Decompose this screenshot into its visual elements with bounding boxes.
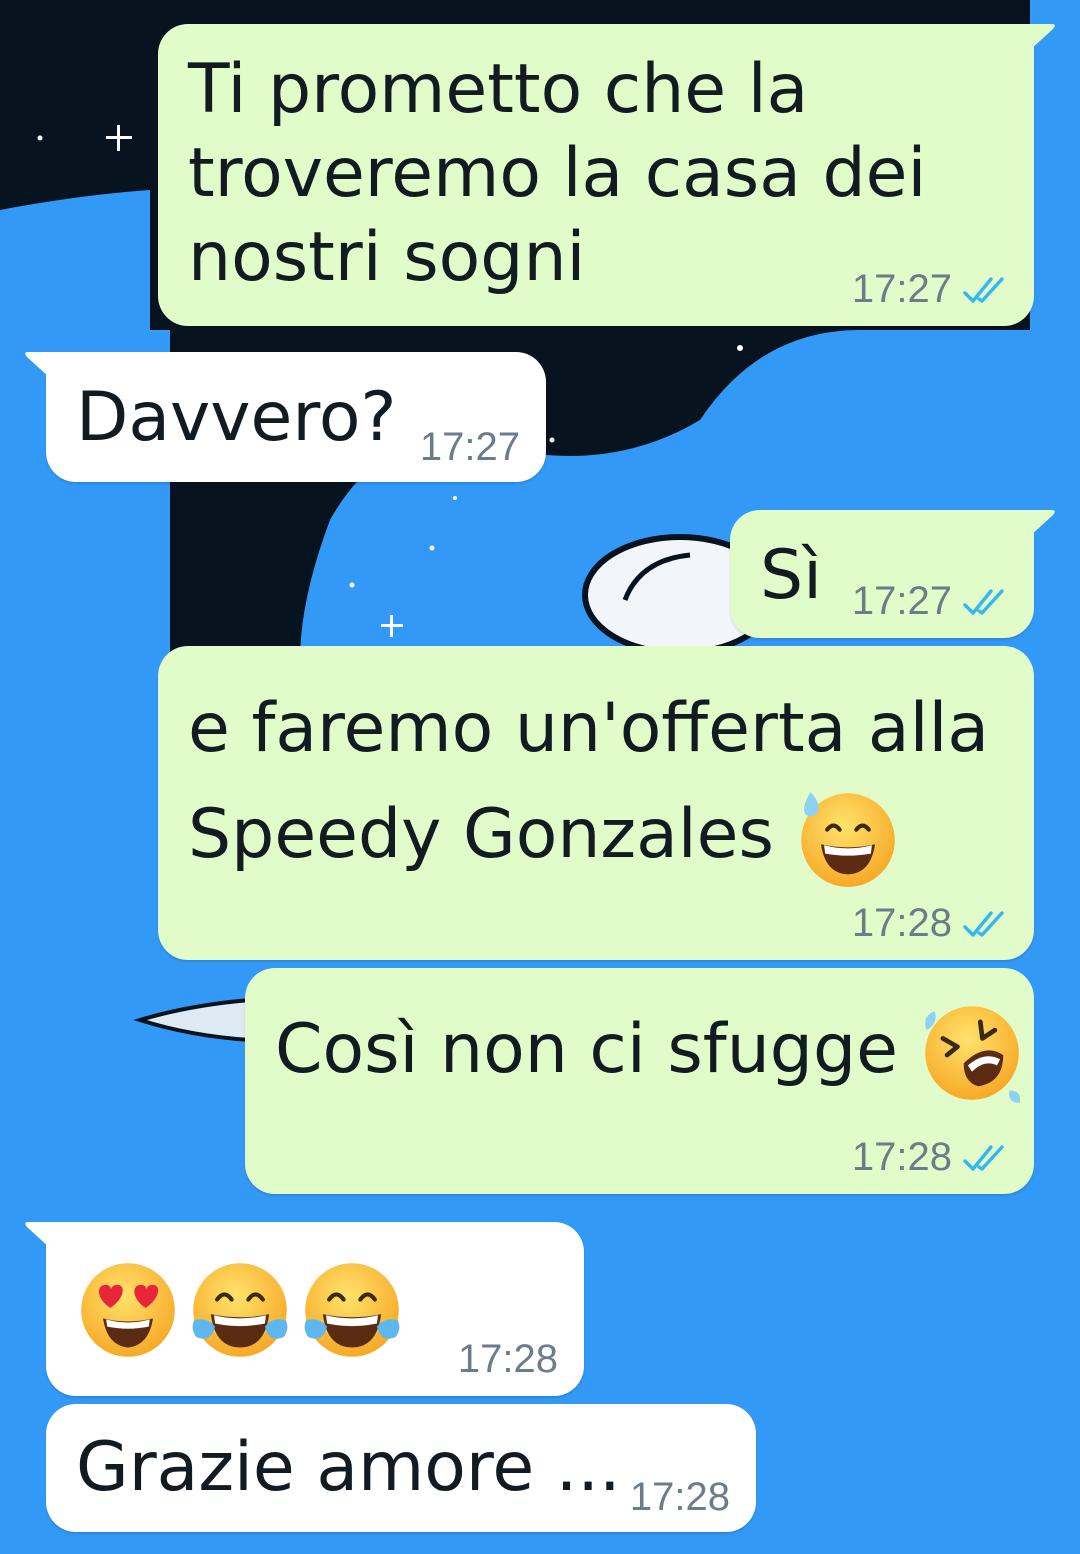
rolling-on-floor-laughing-emoji — [920, 1001, 1024, 1105]
emoji-row — [76, 1258, 404, 1362]
message-meta: 17:27 — [420, 425, 520, 470]
message-timestamp: 17:28 — [457, 1337, 558, 1381]
message-text: Ti prometto che la troveremo la casa dei… — [188, 50, 927, 297]
message-timestamp: 17:27 — [851, 267, 952, 311]
message-text: Così non ci sfugge — [275, 994, 1024, 1106]
heart-eyes-emoji — [76, 1258, 180, 1362]
message-meta: 17:28 — [852, 901, 1008, 946]
message-meta: 17:28 — [852, 1135, 1008, 1180]
read-receipt-icon — [963, 910, 1004, 937]
message-meta: 17:28 — [630, 1475, 730, 1520]
tears-of-joy-emoji — [188, 1258, 292, 1362]
message-timestamp: 17:28 — [851, 1135, 952, 1179]
message-text-content: Così non ci sfugge — [275, 1010, 898, 1089]
message-timestamp: 17:28 — [629, 1475, 730, 1519]
message-meta: 17:27 — [852, 267, 1008, 312]
message-text: e faremo un'offerta alla Speedy Gonzales — [188, 676, 989, 890]
read-receipt-icon — [963, 1144, 1004, 1171]
tears-of-joy-emoji — [300, 1258, 404, 1362]
message-text: Davvero? — [76, 378, 397, 457]
message-bubble-incoming[interactable]: Grazie amore ... 17:28 — [46, 1404, 756, 1532]
message-meta: 17:27 — [852, 579, 1008, 624]
message-timestamp: 17:27 — [419, 425, 520, 469]
grinning-sweat-emoji — [796, 786, 900, 890]
bubble-tail — [1030, 24, 1055, 50]
read-receipt-icon — [963, 276, 1004, 303]
message-bubble-outgoing[interactable]: Sì 17:27 — [730, 510, 1055, 638]
message-bubble-outgoing[interactable]: Così non ci sfugge 17:28 — [245, 968, 1034, 1194]
message-meta: 17:28 — [458, 1337, 558, 1382]
bubble-tail — [1030, 510, 1055, 536]
bubble-tail — [25, 352, 50, 378]
message-bubble-outgoing[interactable]: Ti prometto che la troveremo la casa dei… — [158, 24, 1055, 326]
read-receipt-icon — [963, 588, 1004, 615]
message-text: Grazie amore ... — [76, 1428, 621, 1507]
message-bubble-outgoing[interactable]: e faremo un'offerta alla Speedy Gonzales… — [158, 646, 1034, 960]
message-timestamp: 17:28 — [851, 901, 952, 945]
message-bubble-incoming[interactable]: Davvero? 17:27 — [25, 352, 546, 482]
message-timestamp: 17:27 — [851, 579, 952, 623]
message-text: Sì — [760, 536, 823, 615]
message-bubble-incoming[interactable]: 17:28 — [25, 1222, 584, 1396]
bubble-tail — [25, 1222, 50, 1248]
